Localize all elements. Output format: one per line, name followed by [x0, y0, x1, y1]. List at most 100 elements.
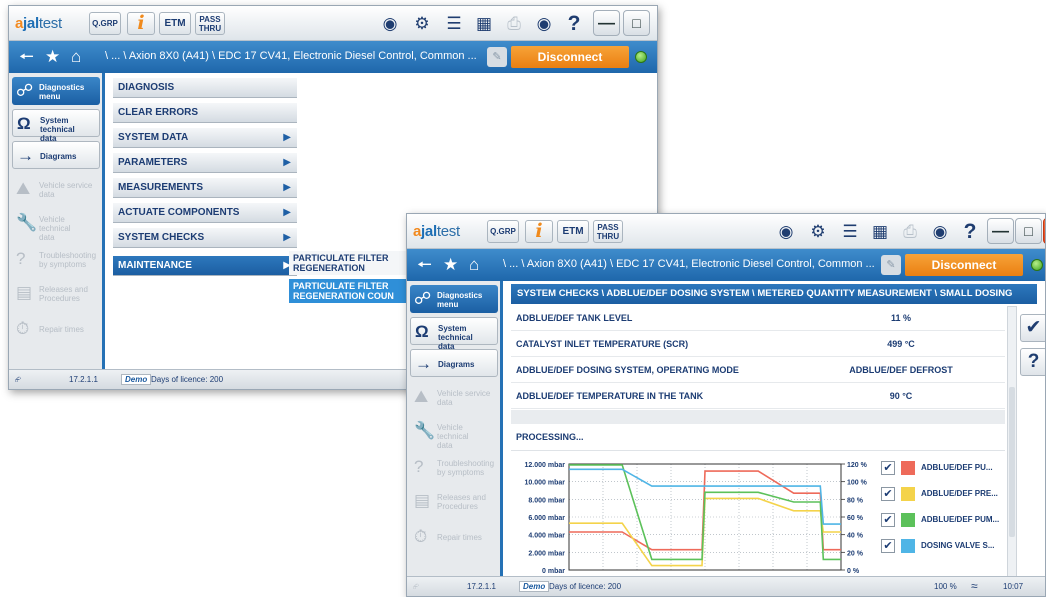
check-icon[interactable]: ✔ — [881, 539, 895, 553]
omega-icon: Ω — [415, 322, 429, 341]
menu-item-system-data[interactable]: SYSTEM DATA ▶ — [113, 128, 297, 148]
legend-item[interactable]: ✔ ADBLUE/DEF PU... — [881, 460, 1011, 478]
globe-icon[interactable]: ◉ — [773, 220, 799, 243]
home-icon[interactable]: ⌂ — [469, 255, 479, 275]
globe-icon[interactable]: ◉ — [377, 12, 403, 35]
menu-item-clear-errors[interactable]: CLEAR ERRORS — [113, 103, 297, 123]
camera-icon[interactable]: ◉ — [531, 12, 557, 35]
scrollbar-thumb[interactable] — [1009, 387, 1015, 537]
group-search-button[interactable]: Q.GRP — [89, 12, 121, 35]
back-arrow-icon[interactable]: 🠔 — [417, 255, 432, 275]
list-icon[interactable]: ☰ — [441, 12, 467, 35]
diagnostics-icon: ☍ — [16, 81, 34, 100]
legend-swatch — [901, 461, 915, 475]
maximize-button[interactable]: □ — [1015, 218, 1042, 244]
etm-button[interactable]: ETM — [159, 12, 191, 35]
legend-swatch — [901, 539, 915, 553]
y2-tick-label: 60 % — [847, 515, 864, 522]
info-button[interactable]: i — [127, 12, 155, 35]
pass-thru-button[interactable]: PASS THRU — [195, 12, 225, 35]
tractor-icon: ⛰ — [414, 387, 429, 406]
sidebar-item-diagnostics[interactable]: ☍ Diagnostics menu — [410, 285, 498, 313]
sidebar-item-releases[interactable]: ▤ Releases and Procedures — [410, 487, 498, 515]
calendar-icon[interactable]: ▦ — [471, 12, 497, 35]
y2-tick-label: 100 % — [847, 480, 868, 487]
usb-icon: ⮳ — [413, 582, 420, 591]
submenu-item-particulate-filter-regeneration-counter[interactable]: PARTICULATE FILTER REGENERATION COUN — [289, 279, 409, 303]
sidebar-item-diagrams[interactable]: → Diagrams — [410, 349, 498, 377]
legend-item[interactable]: ✔ ADBLUE/DEF PUM... — [881, 512, 1011, 530]
sidebar-item-vehicle-service-data[interactable]: ⛰ Vehicle service data — [12, 175, 100, 203]
help-icon[interactable]: ? — [561, 12, 587, 35]
sidebar-item-vehicle-service-data[interactable]: ⛰ Vehicle service data — [410, 383, 498, 411]
check-icon[interactable]: ✔ — [881, 461, 895, 475]
disconnect-button[interactable]: Disconnect — [905, 254, 1023, 276]
sidebar-item-troubleshooting[interactable]: ? Troubleshooting by symptoms — [410, 453, 498, 481]
vertical-scrollbar[interactable] — [1007, 306, 1017, 578]
minimize-button[interactable]: — — [987, 218, 1014, 244]
disconnect-button[interactable]: Disconnect — [511, 46, 629, 68]
sidebar: ☍ Diagnostics menu Ω System technical data →… — [407, 281, 503, 576]
menu-item-maintenance[interactable]: MAINTENANCE ▶ — [113, 256, 297, 276]
menu-item-diagnosis[interactable]: DIAGNOSIS — [113, 78, 297, 98]
menu-item-actuate-components[interactable]: ACTUATE COMPONENTS ▶ — [113, 203, 297, 223]
confirm-button[interactable]: ✔ — [1020, 314, 1045, 342]
sidebar-item-diagnostics[interactable]: ☍ Diagnostics menu — [12, 77, 100, 105]
sidebar-item-vehicle-technical-data[interactable]: 🔧 Vehicle technical data — [12, 209, 100, 243]
sidebar-item-vehicle-technical-data[interactable]: 🔧 Vehicle technical data — [410, 417, 498, 451]
licence-label: Days of licence: 200 — [151, 375, 224, 384]
zoom-label[interactable]: 100 % — [934, 582, 957, 591]
sidebar-item-system-technical-data[interactable]: Ω System technical data — [410, 317, 498, 351]
menu-item-system-checks[interactable]: SYSTEM CHECKS ▶ — [113, 228, 297, 248]
calendar-icon[interactable]: ▦ — [867, 220, 893, 243]
divider — [511, 450, 1005, 451]
legend-item[interactable]: ✔ ADBLUE/DEF PRE... — [881, 486, 1011, 504]
list-icon[interactable]: ☰ — [837, 220, 863, 243]
y-tick-label: 6.000 mbar — [528, 515, 565, 522]
submenu-item-particulate-filter-regeneration[interactable]: PARTICULATE FILTER REGENERATION — [289, 251, 409, 275]
chart-plot: 12.000 mbar 120 % 10.000 mbar 100 % 8.000 mb… — [525, 462, 868, 575]
sidebar-item-system-technical-data[interactable]: Ω System technical data — [12, 109, 100, 143]
sidebar-item-repair-times[interactable]: ⏱ Repair times — [12, 315, 100, 343]
star-icon[interactable]: ★ — [443, 255, 458, 275]
title-bar: ajaltest Q.GRP i ETM PASS THRU ◉ ⚙ ☰ ▦ ⎙ … — [9, 6, 657, 41]
help-icon[interactable]: ? — [957, 220, 983, 243]
chevron-right-icon: ▶ — [283, 157, 291, 168]
check-icon[interactable]: ✔ — [881, 487, 895, 501]
back-arrow-icon[interactable]: 🠔 — [19, 47, 34, 67]
sidebar-item-troubleshooting[interactable]: ? Troubleshooting by symptoms — [12, 245, 100, 273]
home-icon[interactable]: ⌂ — [71, 47, 81, 67]
menu-item-measurements[interactable]: MEASUREMENTS ▶ — [113, 178, 297, 198]
edit-icon[interactable]: ✎ — [487, 47, 507, 67]
camera-icon[interactable]: ◉ — [927, 220, 953, 243]
printer-icon[interactable]: ⎙ — [501, 12, 527, 35]
releases-icon: ▤ — [16, 283, 33, 302]
sidebar-item-releases[interactable]: ▤ Releases and Procedures — [12, 279, 100, 307]
help-button[interactable]: ? — [1020, 348, 1045, 376]
etm-button[interactable]: ETM — [557, 220, 589, 243]
sidebar-item-repair-times[interactable]: ⏱ Repair times — [410, 523, 498, 551]
sidebar-item-diagrams[interactable]: → Diagrams — [12, 141, 100, 169]
pass-thru-button[interactable]: PASS THRU — [593, 220, 623, 243]
edit-icon[interactable]: ✎ — [881, 255, 901, 275]
minimize-button[interactable]: — — [593, 10, 620, 36]
check-icon[interactable]: ✔ — [881, 513, 895, 527]
maximize-button[interactable]: □ — [623, 10, 650, 36]
eye-gear-icon[interactable]: ⚙ — [409, 12, 435, 35]
legend-item[interactable]: ✔ DOSING VALVE S... — [881, 538, 1011, 556]
menu-item-parameters[interactable]: PARAMETERS ▶ — [113, 153, 297, 173]
legend-swatch — [901, 487, 915, 501]
info-button[interactable]: i — [525, 220, 553, 243]
y-tick-label: 8.000 mbar — [528, 497, 565, 504]
sidebar: ☍ Diagnostics menu Ω System technical data →… — [9, 73, 105, 369]
demo-badge: Demo — [121, 374, 152, 385]
repair-times-icon: ⏱ — [414, 527, 428, 546]
chevron-right-icon: ▶ — [283, 207, 291, 218]
star-icon[interactable]: ★ — [45, 47, 60, 67]
printer-icon[interactable]: ⎙ — [897, 220, 923, 243]
repair-times-icon: ⏱ — [16, 319, 30, 338]
divider — [511, 410, 1005, 424]
eye-gear-icon[interactable]: ⚙ — [805, 220, 831, 243]
app-logo: ajaltest — [15, 15, 62, 32]
group-search-button[interactable]: Q.GRP — [487, 220, 519, 243]
